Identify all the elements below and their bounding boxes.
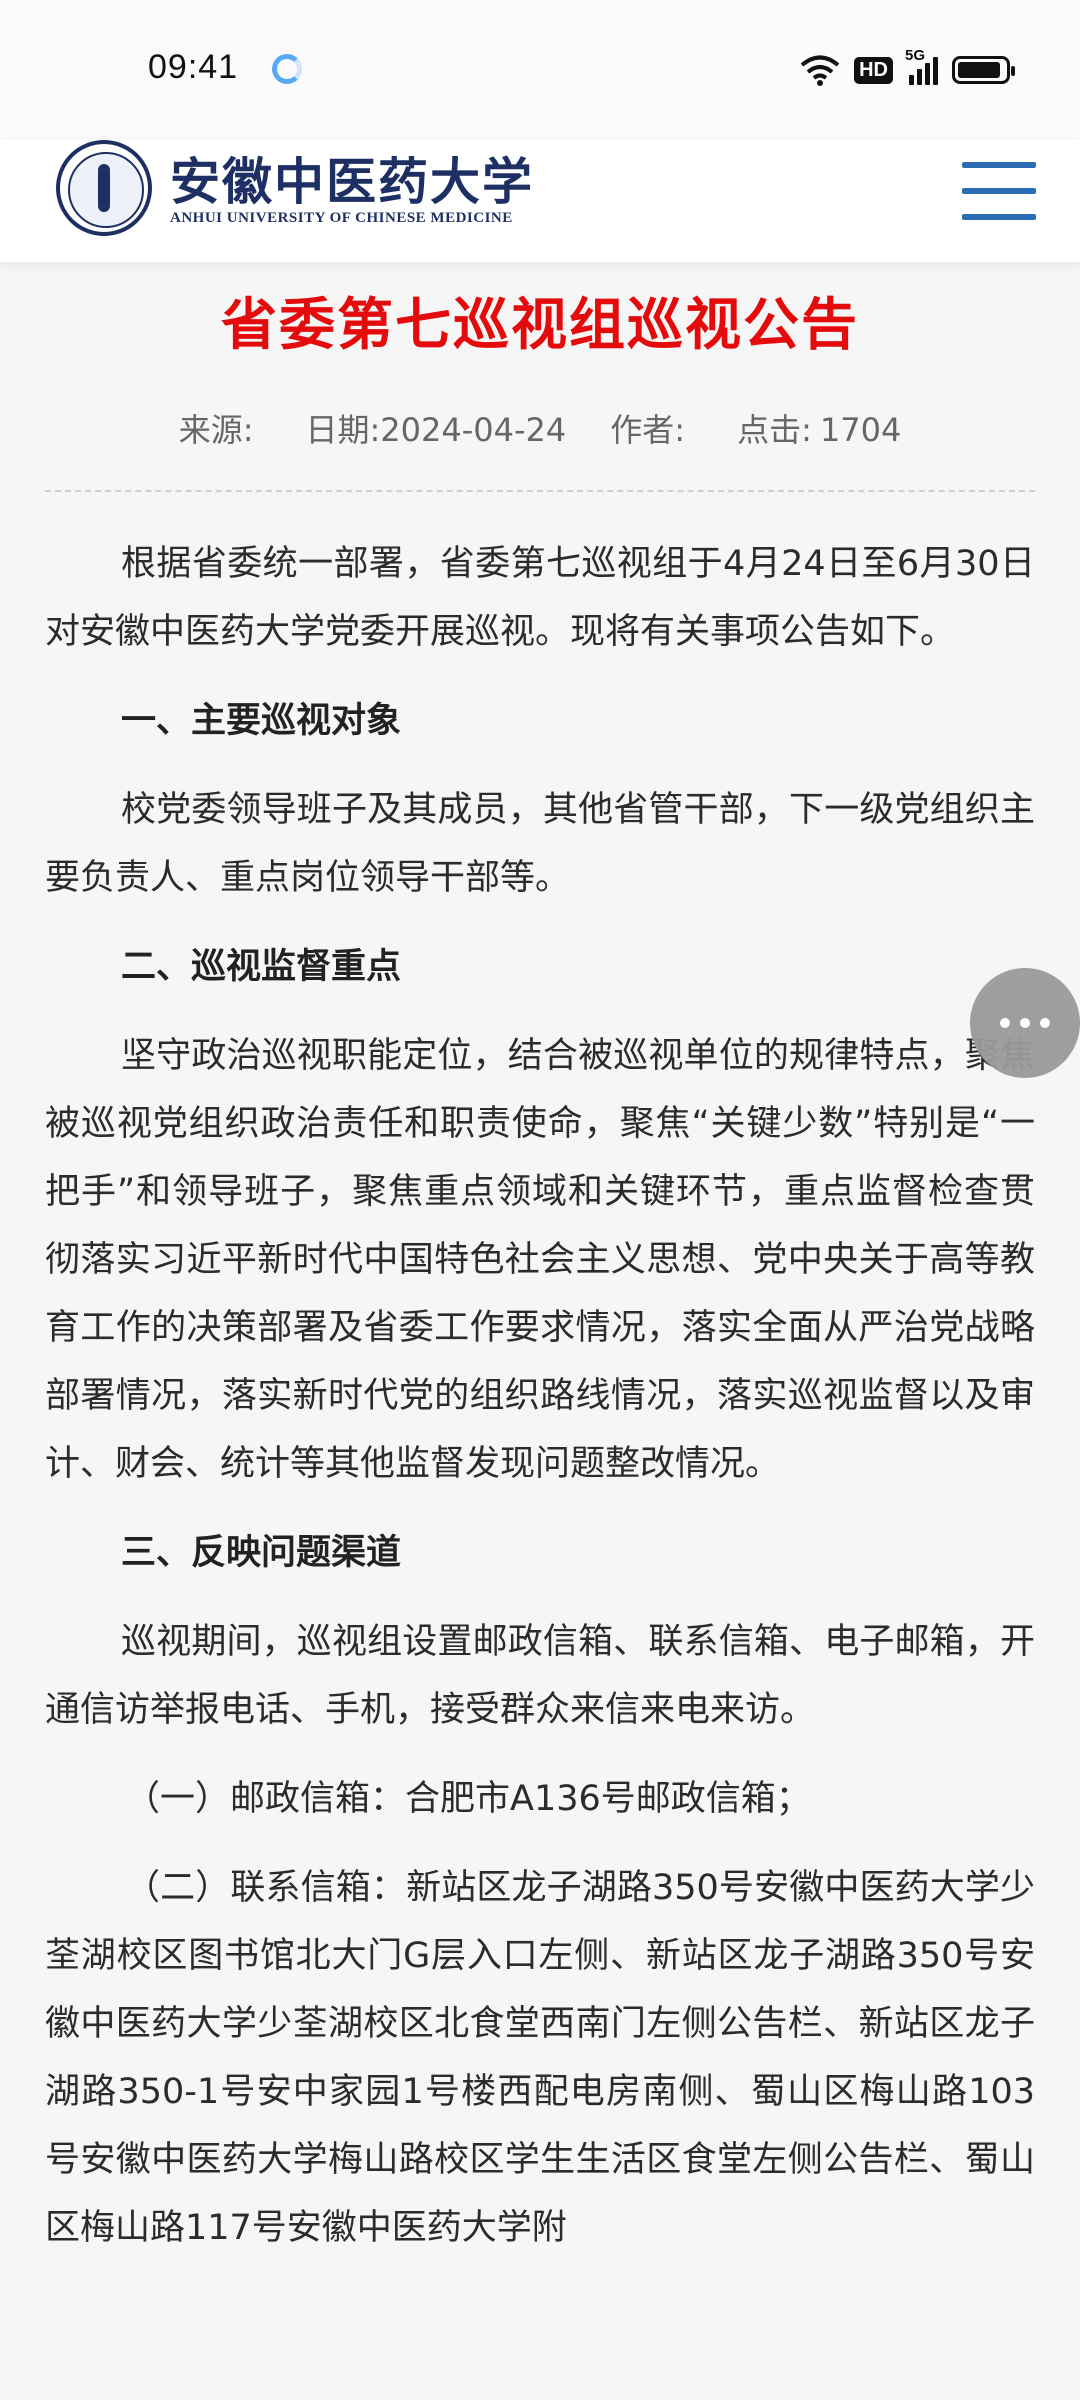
section-heading-targets: 一、主要巡视对象 <box>121 701 402 741</box>
status-bar: 09:41 HD 5G <box>0 0 1080 140</box>
article-meta: 来源: 日期:2024-04-24 作者: 点击: 1704 <box>0 405 1080 451</box>
university-logo-text[interactable]: 安徽中医药大学 ANHUI UNIVERSITY OF CHINESE MEDI… <box>170 154 534 227</box>
meta-author: 作者: <box>610 405 693 451</box>
university-seal-logo[interactable] <box>56 140 152 236</box>
more-dot-icon <box>1040 1018 1050 1028</box>
article-title: 省委第七巡视组巡视公告 <box>221 293 859 358</box>
wifi-icon <box>800 55 840 86</box>
hd-badge: HD <box>854 56 893 84</box>
site-header: 安徽中医药大学 ANHUI UNIVERSITY OF CHINESE MEDI… <box>0 140 1080 262</box>
loading-icon <box>272 54 302 84</box>
clicks-label: 点击: <box>737 411 812 449</box>
clicks-value: 1704 <box>819 411 902 449</box>
meta-date: 日期:2024-04-24 <box>306 405 567 451</box>
source-label: 来源: <box>178 411 254 449</box>
section-heading-focus: 二、巡视监督重点 <box>121 947 402 987</box>
paragraph-targets: 校党委领导班子及其成员，其他省管干部，下一级党组织主要负责人、重点岗位领导干部等… <box>45 790 1035 898</box>
network-type-label: 5G <box>905 47 926 64</box>
paragraph-postal-box: （一）邮政信箱：合肥市A136号邮政信箱； <box>125 1779 811 1819</box>
paragraph-intro: 根据省委统一部署，省委第七巡视组于4月24日至6月30日对安徽中医药大学党委开展… <box>45 544 1035 652</box>
status-icons: HD 5G <box>800 47 1015 90</box>
logo-english-name: ANHUI UNIVERSITY OF CHINESE MEDICINE <box>170 210 513 226</box>
more-dot-icon <box>1000 1018 1010 1028</box>
floating-more-button[interactable] <box>970 968 1080 1078</box>
section-heading-channels: 三、反映问题渠道 <box>121 1533 402 1573</box>
meta-source: 来源: <box>179 405 262 451</box>
meta-divider <box>45 490 1035 492</box>
hamburger-menu-button[interactable] <box>962 162 1036 220</box>
date-label: 日期: <box>305 411 381 449</box>
more-dot-icon <box>1020 1018 1030 1028</box>
meta-clicks: 点击: 1704 <box>737 405 901 451</box>
article-body: 根据省委统一部署，省委第七巡视组于4月24日至6月30日对安徽中医药大学党委开展… <box>45 530 1035 2283</box>
author-label: 作者: <box>610 411 686 449</box>
paragraph-focus: 坚守政治巡视职能定位，结合被巡视单位的规律特点，聚焦被巡视党组织政治责任和职责使… <box>45 1036 1035 1484</box>
paragraph-contact-boxes: （二）联系信箱：新站区龙子湖路350号安徽中医药大学少荃湖校区图书馆北大门G层入… <box>45 1868 1035 2248</box>
logo-chinese-name: 安徽中医药大学 <box>170 152 534 211</box>
paragraph-channels: 巡视期间，巡视组设置邮政信箱、联系信箱、电子邮箱，开通信访举报电话、手机，接受群… <box>45 1622 1035 1730</box>
cellular-signal-icon: 5G <box>905 47 938 85</box>
status-time: 09:41 <box>148 48 239 86</box>
date-value: 2024-04-24 <box>380 411 567 449</box>
battery-icon <box>952 56 1015 84</box>
